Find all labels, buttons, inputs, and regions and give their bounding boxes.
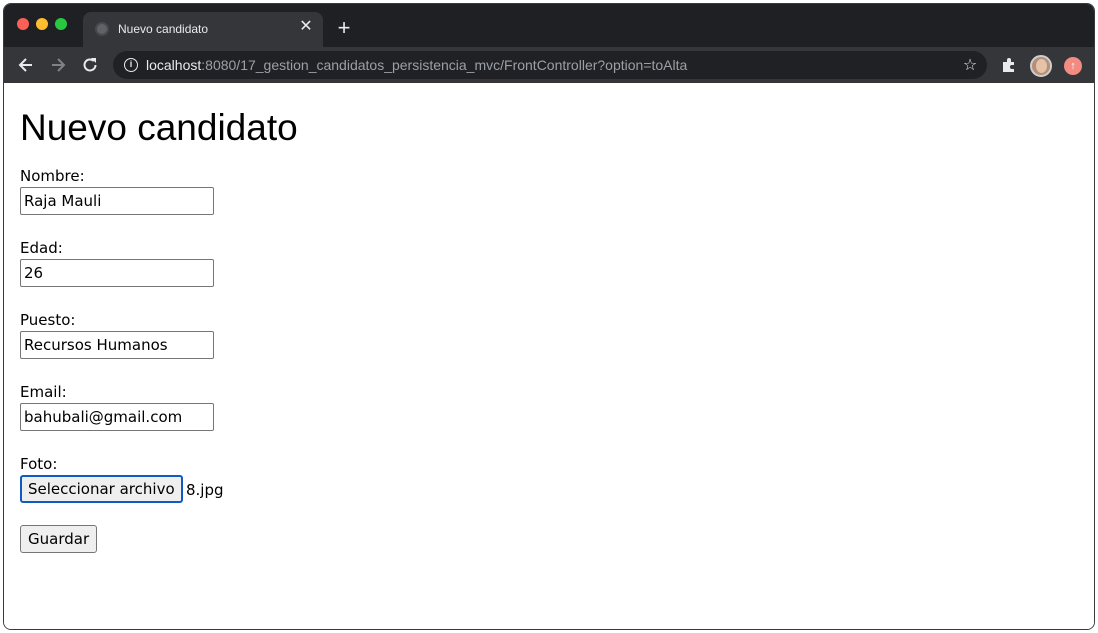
page-title: Nuevo candidato	[20, 107, 298, 148]
browser-tab[interactable]: Nuevo candidato ✕	[83, 12, 323, 47]
tab-title: Nuevo candidato	[118, 22, 209, 36]
tab-bar: Nuevo candidato ✕ +	[4, 4, 1094, 47]
avatar[interactable]	[1030, 55, 1052, 77]
puesto-input[interactable]	[20, 331, 214, 359]
address-bar[interactable]: i localhost:8080/17_gestion_candidatos_p…	[113, 51, 987, 79]
avatar-face	[1036, 59, 1047, 73]
foto-label: Foto:	[20, 455, 58, 473]
puzzle-icon[interactable]	[999, 55, 1019, 75]
nombre-input[interactable]	[20, 187, 214, 215]
url-path: :8080/17_gestion_candidatos_persistencia…	[201, 57, 688, 73]
email-input[interactable]	[20, 403, 214, 431]
url-text[interactable]: localhost:8080/17_gestion_candidatos_per…	[146, 57, 687, 73]
minimize-window-button[interactable]	[36, 18, 48, 30]
url-host: localhost	[146, 57, 202, 73]
save-button[interactable]: Guardar	[20, 525, 98, 553]
globe-icon	[95, 22, 109, 36]
page-content: Nuevo candidato Nombre: Edad: Puesto: Em…	[4, 83, 1094, 629]
arrow-right-icon	[52, 58, 66, 72]
select-file-button[interactable]: Seleccionar archivo	[20, 475, 183, 503]
new-tab-button[interactable]: +	[332, 17, 356, 41]
forward-button[interactable]	[48, 55, 68, 75]
back-button[interactable]	[16, 55, 36, 75]
close-window-button[interactable]	[17, 18, 29, 30]
reload-button[interactable]	[80, 55, 100, 75]
close-icon[interactable]: ✕	[297, 18, 315, 36]
nombre-label: Nombre:	[20, 167, 85, 185]
maximize-window-button[interactable]	[55, 18, 67, 30]
reload-icon	[83, 58, 97, 72]
update-icon[interactable]: ↑	[1064, 57, 1082, 75]
browser-toolbar: i localhost:8080/17_gestion_candidatos_p…	[4, 47, 1094, 83]
selected-file-name: 8.jpg	[186, 481, 224, 499]
edad-input[interactable]	[20, 259, 214, 287]
info-icon[interactable]: i	[124, 58, 138, 72]
arrow-left-icon	[18, 58, 32, 72]
edad-label: Edad:	[20, 239, 63, 257]
browser-window: Nuevo candidato ✕ + i localhost:8080/17_…	[3, 3, 1095, 630]
star-icon[interactable]: ☆	[960, 55, 980, 75]
email-label: Email:	[20, 383, 67, 401]
puesto-label: Puesto:	[20, 311, 76, 329]
